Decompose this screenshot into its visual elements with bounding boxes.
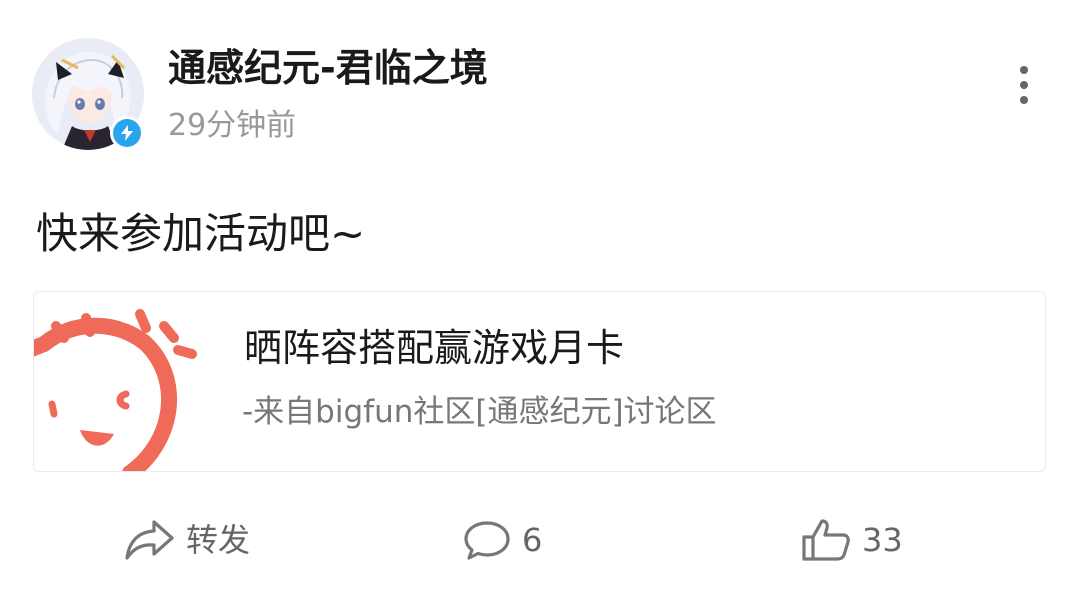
more-options-button[interactable] [1004, 60, 1044, 110]
share-label: 转发 [186, 521, 251, 559]
card-title: 晒阵容搭配赢游戏月卡 [244, 326, 625, 370]
more-dot-icon [1020, 66, 1028, 74]
author-name[interactable]: 通感纪元-君临之境 [168, 44, 488, 92]
post-content-text: 快来参加活动吧~ [36, 209, 366, 258]
comment-icon [464, 521, 510, 560]
lightning-verified-icon [121, 125, 133, 141]
comment-count: 6 [522, 521, 543, 559]
more-dot-icon [1020, 81, 1028, 89]
thumbs-up-icon [802, 519, 850, 561]
card-source: -来自bigfun社区[通感纪元]讨论区 [242, 394, 717, 430]
share-icon [125, 520, 174, 560]
verified-badge [110, 116, 144, 150]
link-card[interactable]: 晒阵容搭配赢游戏月卡 -来自bigfun社区[通感纪元]讨论区 [33, 291, 1046, 472]
author-avatar-wrap[interactable] [32, 38, 144, 150]
share-button[interactable]: 转发 [124, 512, 250, 568]
card-thumbnail [34, 292, 214, 471]
like-button[interactable]: 33 [800, 512, 903, 568]
comment-button[interactable]: 6 [462, 512, 542, 568]
post-card: 通感纪元-君临之境 29分钟前 快来参加活动吧~ 晒阵容搭配赢游戏月卡 -来自b… [0, 0, 1080, 602]
bigfun-smile-logo-icon [34, 309, 197, 471]
post-time: 29分钟前 [168, 108, 297, 143]
more-dot-icon [1020, 96, 1028, 104]
like-count: 33 [862, 521, 903, 559]
